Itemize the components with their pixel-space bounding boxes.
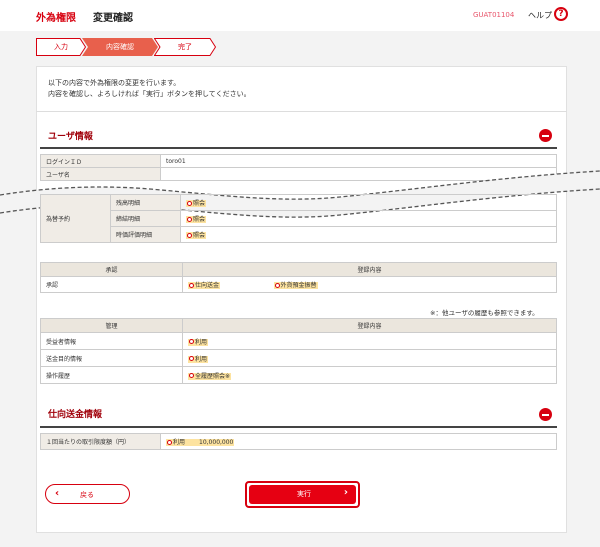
value-text: 全履歴照会※ bbox=[195, 372, 231, 380]
help-icon[interactable]: ? bbox=[554, 7, 568, 21]
back-button[interactable]: ‹ 戻る bbox=[45, 484, 130, 504]
column-header: 承認 bbox=[40, 262, 183, 277]
user-info-title: ユーザ情報 bbox=[48, 132, 93, 142]
limit-value: 利用 10,000,000 bbox=[160, 433, 557, 450]
value-badge: 照会 bbox=[186, 232, 207, 239]
section-underline bbox=[40, 147, 557, 149]
value-text: 利用 bbox=[195, 338, 208, 346]
minus-circle-icon[interactable] bbox=[539, 408, 552, 421]
circle-icon bbox=[274, 282, 280, 288]
intro-line: 以下の内容で外為権限の変更を行います。 bbox=[48, 79, 181, 87]
group-label: 為替予約 bbox=[40, 194, 111, 243]
step-label: 完了 bbox=[178, 43, 192, 51]
step-confirm: 内容確認 bbox=[82, 38, 158, 56]
remittance-table: １回当たりの取引限度額（円） 利用 10,000,000 bbox=[40, 433, 557, 450]
step-label: 内容確認 bbox=[106, 43, 134, 51]
table-row: 為替予約 残高明細 照会 bbox=[40, 194, 557, 243]
circle-icon bbox=[167, 439, 172, 445]
row-label: 締結明細 bbox=[110, 210, 181, 227]
step-label: 入力 bbox=[54, 43, 68, 51]
table-header-row: 承認 登録内容 bbox=[40, 262, 557, 277]
row-label: 残高明細 bbox=[110, 194, 181, 211]
limit-amount: 10,000,000 bbox=[199, 439, 234, 446]
circle-icon bbox=[189, 356, 194, 361]
fx-reservation-table: 為替予約 残高明細 照会 締結明細 照会 時価評価明細 照会 bbox=[40, 194, 557, 243]
circle-icon bbox=[189, 282, 194, 288]
column-header: 登録内容 bbox=[182, 262, 557, 277]
row-value: 照会 bbox=[180, 226, 557, 243]
value-text: 仕向送金 bbox=[195, 282, 220, 289]
value-badge: 全履歴照会※ bbox=[188, 372, 232, 380]
value-badge: 外貨預金振替 bbox=[273, 282, 318, 289]
screen-id: GUAT01104 bbox=[473, 11, 515, 19]
row-value: 仕向送金 bbox=[182, 276, 269, 293]
value-badge: 利用 bbox=[188, 338, 209, 346]
table-row: 受益者情報 利用 bbox=[40, 332, 557, 350]
table-row: 操作履歴 全履歴照会※ bbox=[40, 366, 557, 384]
row-value: 全履歴照会※ bbox=[182, 366, 557, 384]
limit-label: １回当たりの取引限度額（円） bbox=[40, 433, 161, 450]
table-row: 締結明細 照会 bbox=[41, 210, 557, 227]
remittance-info-title: 仕向送金情報 bbox=[48, 410, 103, 420]
row-label: 時価評価明細 bbox=[110, 226, 181, 243]
value-badge: 照会 bbox=[186, 216, 207, 223]
value-text: 照会 bbox=[193, 200, 206, 207]
table-row: 時価評価明細 照会 bbox=[41, 226, 557, 243]
back-button-label: 戻る bbox=[80, 491, 94, 499]
management-table: 管理 登録内容 受益者情報 利用 送金目的情報 利用 操作履歴 全履歴照会※ bbox=[40, 318, 557, 384]
value-badge: 照会 bbox=[186, 200, 207, 207]
row-value: 利用 bbox=[182, 332, 557, 350]
execute-button-label: 実行 bbox=[297, 490, 311, 498]
intro-line: 内容を確認し、よろしければ「実行」ボタンを押してください。 bbox=[48, 90, 251, 98]
value-text: 照会 bbox=[193, 232, 206, 239]
main-card bbox=[36, 66, 567, 533]
chevron-left-icon: ‹ bbox=[55, 488, 60, 499]
header-bar: 外為権限 変更確認 GUAT01104 ヘルプ ? bbox=[0, 0, 600, 31]
execute-button[interactable]: 実行 › bbox=[249, 485, 356, 504]
table-row: １回当たりの取引限度額（円） 利用 10,000,000 bbox=[40, 433, 557, 450]
circle-icon bbox=[187, 200, 192, 206]
approval-table: 承認 登録内容 承認 仕向送金 外貨預金振替 bbox=[40, 262, 557, 293]
value-text: 利用 bbox=[195, 355, 208, 363]
execute-button-focus-ring: 実行 › bbox=[245, 481, 360, 508]
value-text: 照会 bbox=[193, 216, 206, 223]
note-text: ※：他ユーザの履歴も参照できます。 bbox=[430, 309, 539, 317]
divider bbox=[36, 111, 567, 112]
row-value: 照会 bbox=[180, 210, 557, 227]
value-badge: 利用 10,000,000 bbox=[166, 439, 235, 446]
circle-icon bbox=[189, 373, 194, 378]
value-badge: 利用 bbox=[188, 355, 209, 363]
circle-icon bbox=[187, 216, 192, 222]
minus-circle-icon[interactable] bbox=[539, 129, 552, 142]
step-input: 入力 bbox=[36, 38, 86, 56]
chevron-right-icon: › bbox=[343, 487, 348, 498]
row-label: 受益者情報 bbox=[40, 332, 183, 350]
table-row: 送金目的情報 利用 bbox=[40, 349, 557, 367]
limit-use: 利用 bbox=[173, 439, 186, 446]
row-label: 操作履歴 bbox=[40, 366, 183, 384]
table-row: 承認 仕向送金 外貨預金振替 bbox=[40, 276, 557, 293]
column-header: 管理 bbox=[40, 318, 183, 333]
help-link[interactable]: ヘルプ bbox=[528, 10, 552, 21]
column-header: 登録内容 bbox=[182, 318, 557, 333]
row-value: 照会 bbox=[180, 194, 557, 211]
app-name: 外為権限 bbox=[36, 13, 76, 24]
row-value: 利用 bbox=[182, 349, 557, 367]
row-label: 送金目的情報 bbox=[40, 349, 183, 367]
circle-icon bbox=[187, 232, 192, 238]
value-text: 外貨預金振替 bbox=[280, 282, 317, 289]
row-label: 承認 bbox=[40, 276, 183, 293]
page-title: 変更確認 bbox=[93, 13, 133, 24]
circle-icon bbox=[189, 339, 194, 344]
row-value: 外貨預金振替 bbox=[268, 276, 557, 293]
intro-text: 以下の内容で外為権限の変更を行います。 内容を確認し、よろしければ「実行」ボタン… bbox=[48, 78, 251, 100]
table-header-row: 管理 登録内容 bbox=[40, 318, 557, 333]
value-badge: 仕向送金 bbox=[188, 282, 221, 289]
step-complete: 完了 bbox=[154, 38, 216, 56]
section-underline bbox=[40, 426, 557, 428]
